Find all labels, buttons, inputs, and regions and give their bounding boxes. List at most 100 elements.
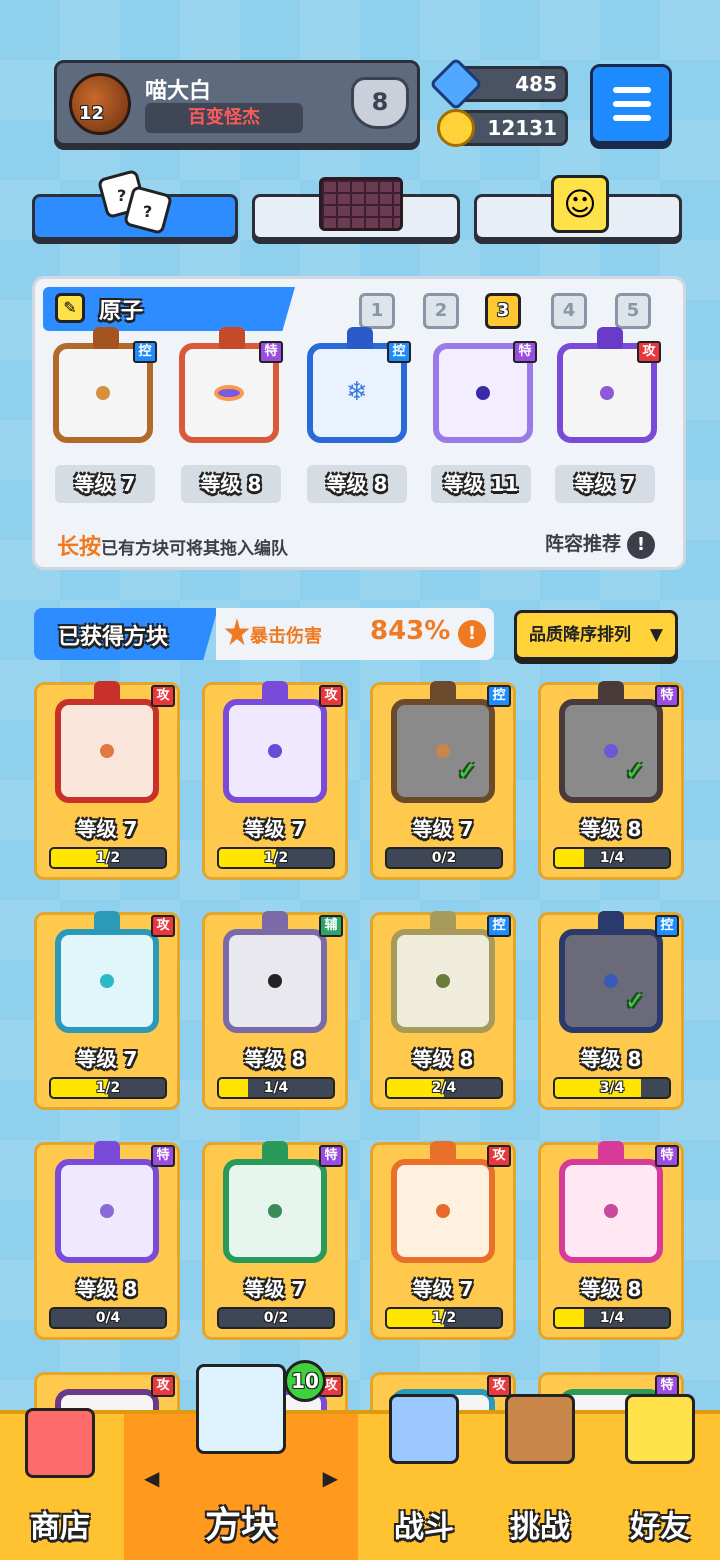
block-horn-icon: [94, 1141, 120, 1163]
tag-special: 特: [259, 341, 283, 363]
crit-info-icon[interactable]: !: [458, 620, 486, 648]
owned-block-card[interactable]: 攻等级 7 1/2: [202, 681, 348, 880]
tab-dice[interactable]: ? ?: [32, 170, 238, 240]
team-slot-2[interactable]: 2: [423, 293, 459, 329]
team-name-header[interactable]: ✎ 原子: [43, 287, 295, 331]
team-slot-4[interactable]: 4: [551, 293, 587, 329]
nav-challenge[interactable]: 挑战: [482, 1394, 598, 1560]
owned-block-card[interactable]: 辅等级 8 1/4: [202, 911, 348, 1110]
block-horn-icon: [430, 681, 456, 703]
nav-battle[interactable]: 战斗: [364, 1394, 484, 1560]
upgrade-progress-bar: 0/2: [385, 847, 503, 869]
owned-block-card[interactable]: 控 ✓ 等级 8 3/4: [538, 911, 684, 1110]
progress-text: 3/4: [599, 1080, 625, 1096]
snowflake-icon: ❄: [346, 377, 368, 407]
arrow-right-icon[interactable]: ▶: [323, 1466, 338, 1490]
team-block-level: 等级 11: [431, 465, 531, 503]
nav-blocks[interactable]: ◀ ▶ 方块: [124, 1364, 358, 1560]
tag-attack: 攻: [319, 685, 343, 707]
block-core: [268, 744, 282, 758]
owned-block-card[interactable]: 控 ✓ 等级 7 0/2: [370, 681, 516, 880]
progress-text: 1/4: [263, 1080, 289, 1096]
team-slot-5[interactable]: 5: [615, 293, 651, 329]
tag-attack: 攻: [487, 1145, 511, 1167]
block-core: [604, 974, 618, 988]
team-slot-1[interactable]: 1: [359, 293, 395, 329]
crit-star-icon: [224, 618, 250, 646]
block-horn-icon: [262, 1141, 288, 1163]
mystery-block-icon: [196, 1364, 286, 1454]
tag-special: 特: [319, 1145, 343, 1167]
owned-block-card[interactable]: 特等级 8 0/4: [34, 1141, 180, 1340]
gem-counter[interactable]: 485: [429, 57, 568, 111]
team-block-3[interactable]: ❄ 控: [307, 327, 413, 449]
tag-control: 控: [387, 341, 411, 363]
arrow-left-icon[interactable]: ◀: [144, 1466, 159, 1490]
block-frame: [223, 929, 327, 1033]
lineup-recommend-button[interactable]: 阵容推荐!: [545, 529, 655, 559]
owned-block-card[interactable]: 攻等级 7 1/2: [34, 911, 180, 1110]
crit-label: 暴击伤害: [250, 626, 322, 647]
sort-dropdown[interactable]: 品质降序排列 ▼: [514, 610, 678, 660]
team-block-1[interactable]: 控: [53, 327, 159, 449]
team-block-level: 等级 8: [307, 465, 407, 503]
notification-badge: 10: [284, 1360, 326, 1402]
block-level: 等级 7: [244, 817, 306, 841]
block-horn-icon: [347, 327, 373, 349]
upgrade-progress-bar: 1/4: [217, 1077, 335, 1099]
block-level: 等级 8: [76, 1277, 138, 1301]
block-core: [436, 744, 450, 758]
block-horn-icon: [597, 327, 623, 349]
team-block-level: 等级 8: [181, 465, 281, 503]
tag-control: 控: [487, 915, 511, 937]
upgrade-progress-bar: 2/4: [385, 1077, 503, 1099]
team-block-5[interactable]: 攻: [557, 327, 663, 449]
gem-count: 485: [515, 72, 557, 96]
block-core: [96, 386, 110, 400]
team-slot-3[interactable]: 3: [485, 293, 521, 329]
tag-special: 特: [655, 685, 679, 707]
tag-control: 控: [655, 915, 679, 937]
owned-block-card[interactable]: 控等级 8 2/4: [370, 911, 516, 1110]
hint-text: 已有方块可将其拖入编队: [101, 539, 289, 559]
pencil-icon[interactable]: ✎: [55, 293, 85, 323]
rank-shield-icon[interactable]: 8: [351, 77, 409, 129]
crit-value: 843%: [370, 616, 451, 646]
owned-block-card[interactable]: 攻等级 7 1/2: [370, 1141, 516, 1340]
team-block-2[interactable]: 特: [179, 327, 285, 449]
owned-block-card[interactable]: 特等级 8 1/4: [538, 1141, 684, 1340]
crit-damage-display: 暴击伤害 843% !: [216, 608, 494, 660]
tag-attack: 攻: [151, 685, 175, 707]
hamburger-line: [613, 115, 651, 121]
upgrade-progress-bar: 3/4: [553, 1077, 671, 1099]
nav-friends-label: 好友: [630, 1510, 690, 1545]
block-core: [100, 1204, 114, 1218]
owned-block-card[interactable]: 特等级 7 0/2: [202, 1141, 348, 1340]
nav-shop[interactable]: 商店: [0, 1408, 120, 1560]
block-core: [268, 974, 282, 988]
coin-counter[interactable]: 12131: [437, 109, 568, 147]
nav-friends[interactable]: 好友: [600, 1394, 720, 1560]
menu-button[interactable]: [590, 64, 672, 144]
upgrade-progress-bar: 1/2: [385, 1307, 503, 1329]
player-profile-panel[interactable]: 12 喵大白 百变怪杰 8: [54, 60, 420, 146]
recommend-label: 阵容推荐: [544, 533, 621, 555]
coin-icon: [437, 109, 475, 147]
block-frame: [559, 699, 663, 803]
progress-text: 0/4: [95, 1310, 121, 1326]
owned-block-card[interactable]: 攻等级 7 1/2: [34, 681, 180, 880]
nav-challenge-label: 挑战: [510, 1510, 570, 1545]
block-level: 等级 7: [412, 817, 474, 841]
team-name: 原子: [99, 299, 144, 324]
dropdown-arrow-icon: ▼: [649, 625, 663, 645]
team-block-4[interactable]: 特: [433, 341, 539, 449]
block-horn-icon: [219, 327, 245, 349]
tab-board[interactable]: [252, 177, 460, 240]
block-frame: [559, 1159, 663, 1263]
block-horn-icon: [598, 911, 624, 933]
tab-emote[interactable]: ☺: [474, 175, 682, 240]
block-horn-icon: [598, 681, 624, 703]
owned-block-card[interactable]: 特 ✓ 等级 8 1/4: [538, 681, 684, 880]
friend-character-icon: [625, 1394, 695, 1464]
upgrade-progress-bar: 0/2: [217, 1307, 335, 1329]
